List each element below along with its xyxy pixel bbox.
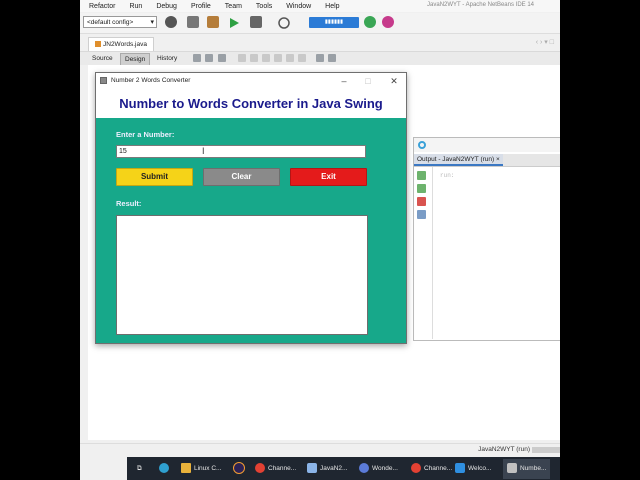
netbeans-logo-icon — [418, 141, 426, 149]
exit-button[interactable]: Exit — [290, 168, 367, 186]
align-bottom-icon[interactable] — [286, 54, 294, 62]
debug-icon[interactable] — [250, 16, 262, 28]
taskbar-label: Channe... — [268, 465, 297, 472]
wondershare-icon — [359, 463, 369, 474]
task-view-icon[interactable]: ⧉ — [137, 459, 142, 479]
taskbar-label: Numbe... — [520, 465, 547, 472]
clean-build-icon[interactable] — [207, 16, 219, 28]
window-titlebar: Number 2 Words Converter – □ ✕ — [96, 73, 406, 89]
file-tab-jn2words[interactable]: JN2Words.java — [88, 37, 154, 51]
status-bar: JavaN2WYT (run) — [80, 443, 560, 456]
minimize-button[interactable]: – — [336, 75, 352, 87]
resize-horizontal-icon[interactable] — [316, 54, 324, 62]
tab-source[interactable]: Source — [88, 53, 117, 64]
align-top-icon[interactable] — [274, 54, 282, 62]
taskbar: ⧉ Linux C... Channe... JavaN2... Wonde..… — [127, 457, 560, 480]
java-app-icon — [100, 77, 107, 84]
output-log: run: — [440, 172, 455, 179]
globe-icon[interactable] — [165, 16, 177, 28]
align-right-icon[interactable] — [250, 54, 258, 62]
edge-icon[interactable] — [159, 459, 172, 479]
output-tab-row: Output - JavaN2WYT (run) × — [414, 154, 560, 167]
resize-vertical-icon[interactable] — [328, 54, 336, 62]
status-text: JavaN2WYT (run) — [478, 446, 530, 453]
maximize-button[interactable]: □ — [360, 75, 376, 87]
taskbar-item-1[interactable]: Channe... — [255, 459, 296, 479]
taskbar-label: Channe... — [424, 465, 453, 472]
preview-design-icon[interactable] — [218, 54, 226, 62]
taskbar-label: Wonde... — [372, 465, 398, 472]
folder-icon — [181, 463, 191, 474]
profile-icon[interactable] — [278, 16, 290, 29]
taskbar-item-5[interactable]: Welco... — [455, 459, 491, 479]
stop-icon[interactable] — [417, 197, 426, 206]
hammer-icon[interactable] — [187, 16, 199, 28]
editor-subtabs: Source Design History — [80, 52, 560, 66]
result-text-area[interactable] — [116, 215, 368, 335]
eclipse-icon[interactable] — [233, 459, 248, 479]
menu-tools[interactable]: Tools — [247, 0, 277, 12]
ide-window-title: JavaN2WYT - Apache NetBeans IDE 14 — [427, 2, 534, 8]
taskbar-item-3[interactable]: Wonde... — [359, 459, 398, 479]
taskbar-item-0[interactable]: Linux C... — [181, 459, 221, 479]
converter-window: Number 2 Words Converter – □ ✕ Number to… — [95, 72, 407, 344]
taskbar-item-4[interactable]: Channe... — [411, 459, 452, 479]
run-icon[interactable] — [228, 16, 240, 28]
window-title: Number 2 Words Converter — [111, 77, 191, 84]
vscode-icon — [455, 463, 465, 474]
rerun-icon[interactable] — [417, 171, 426, 180]
output-side-toolbar — [414, 167, 433, 339]
file-tab-label: JN2Words.java — [103, 41, 147, 48]
menu-run[interactable]: Run — [120, 0, 147, 12]
select-mode-icon[interactable] — [193, 54, 201, 62]
number-input[interactable] — [116, 145, 366, 158]
taskbar-label: Welco... — [468, 465, 492, 472]
gc-icon[interactable] — [364, 16, 376, 28]
close-button[interactable]: ✕ — [386, 75, 402, 87]
profiler-snapshot-icon[interactable] — [382, 16, 394, 28]
chrome-icon — [411, 463, 421, 474]
align-middle-icon[interactable] — [298, 54, 306, 62]
progress-bar — [532, 447, 560, 453]
menu-help[interactable]: Help — [316, 0, 344, 12]
ide-screen: Refactor Run Debug Profile Team Tools Wi… — [80, 0, 560, 480]
menu-team[interactable]: Team — [216, 0, 247, 12]
rerun-different-icon[interactable] — [417, 184, 426, 193]
menu-refactor[interactable]: Refactor — [80, 0, 120, 12]
clear-button[interactable]: Clear — [203, 168, 280, 186]
memory-indicator[interactable]: ▮▮▮▮▮▮ — [309, 17, 359, 28]
file-tabs: JN2Words.java ‹ › ▾ □ — [80, 35, 560, 52]
text-cursor-icon: I — [202, 146, 205, 156]
config-select[interactable]: <default config> — [83, 16, 157, 29]
result-label: Result: — [116, 199, 142, 208]
netbeans-icon — [307, 463, 317, 474]
output-panel: Output - JavaN2WYT (run) × run: — [413, 137, 560, 341]
output-panel-header — [414, 138, 560, 152]
align-center-icon[interactable] — [262, 54, 270, 62]
taskbar-item-6[interactable]: Numbe... — [503, 459, 551, 479]
submit-button[interactable]: Submit — [116, 168, 193, 186]
java-icon — [507, 463, 517, 474]
header-panel: Number to Words Converter in Java Swing — [96, 89, 406, 118]
menu-profile[interactable]: Profile — [182, 0, 216, 12]
input-label: Enter a Number: — [116, 130, 175, 139]
menu-window[interactable]: Window — [277, 0, 316, 12]
output-tab-label: Output - JavaN2WYT (run) — [417, 156, 495, 163]
chrome-icon — [255, 463, 265, 474]
settings-icon[interactable] — [417, 210, 426, 219]
java-file-icon — [95, 41, 101, 48]
taskbar-item-2[interactable]: JavaN2... — [307, 459, 347, 479]
ide-toolbar: <default config> ▮▮▮▮▮▮ — [80, 13, 560, 34]
menu-debug[interactable]: Debug — [147, 0, 182, 12]
connection-mode-icon[interactable] — [205, 54, 213, 62]
menu-bar: Refactor Run Debug Profile Team Tools Wi… — [80, 0, 345, 12]
tab-nav-arrows[interactable]: ‹ › ▾ □ — [536, 38, 554, 46]
tab-history[interactable]: History — [153, 53, 181, 64]
output-tab[interactable]: Output - JavaN2WYT (run) × — [414, 154, 503, 166]
taskbar-label: JavaN2... — [320, 465, 348, 472]
page-title: Number to Words Converter in Java Swing — [119, 96, 383, 111]
align-left-icon[interactable] — [238, 54, 246, 62]
taskbar-label: Linux C... — [194, 465, 222, 472]
